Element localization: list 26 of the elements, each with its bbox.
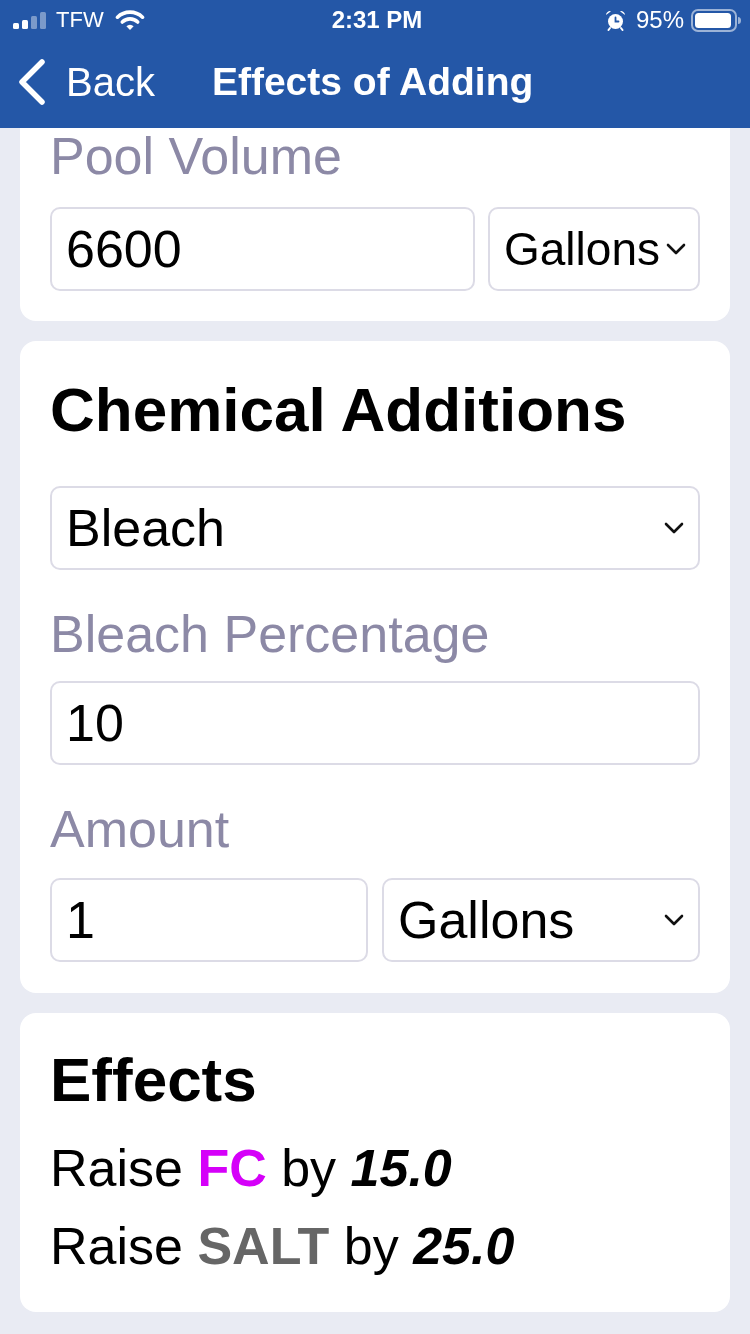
effect-text: Raise SALT by 25.0 [50,1218,515,1274]
back-button[interactable]: Back [18,59,155,105]
field-label: Bleach Percentage [50,606,490,662]
clock-time: 2:31 PM [331,6,423,34]
screen-title: Effects of Adding [211,59,534,105]
dropdown[interactable]: Gallons [382,878,700,962]
chevron-down-icon [664,522,684,534]
input-field[interactable]: 6600 [50,207,475,291]
effect-text: Raise FC by 15.0 [50,1140,452,1196]
input-field[interactable]: 10 [50,681,700,765]
alarm-clock-icon [604,9,626,31]
battery-percentage: 95% [635,6,684,34]
battery-icon [691,8,741,32]
input-field[interactable]: 1 [50,878,368,962]
chevron-left-icon [18,59,46,105]
chevron-down-icon [665,243,686,255]
field-label: Pool Volume [50,128,342,184]
dropdown[interactable]: Gallons [488,207,700,291]
carrier-name: TFW [56,7,104,33]
field-label: Amount [50,801,230,857]
signal-strength-icon [13,11,47,29]
wifi-icon [114,9,145,31]
dropdown[interactable]: Bleach [50,486,700,570]
section-title: Chemical Additions [50,375,627,445]
section-title: Effects [50,1045,257,1115]
chevron-down-icon [664,914,684,926]
